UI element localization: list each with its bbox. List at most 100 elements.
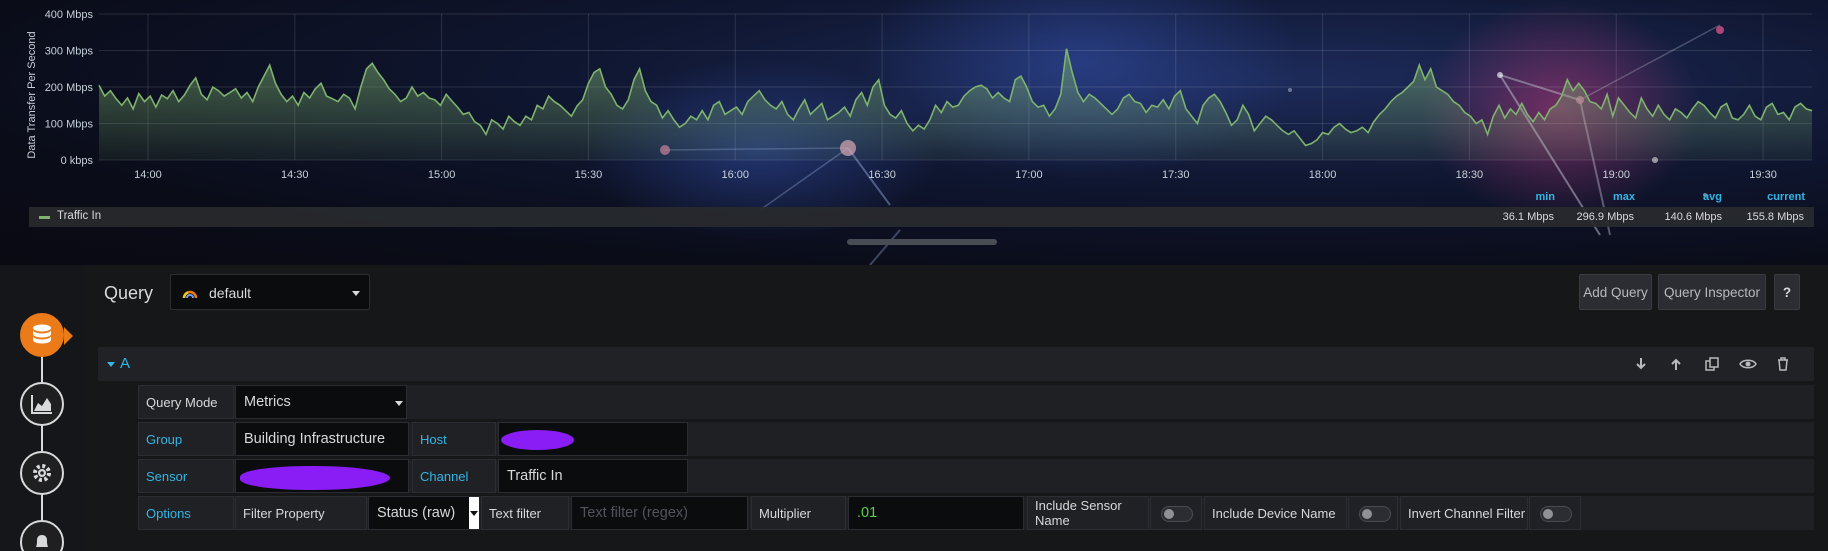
eye-icon[interactable] xyxy=(1739,355,1757,373)
legend-value-min: 36.1 Mbps xyxy=(1502,211,1554,223)
query-ref-id[interactable]: A xyxy=(120,355,130,372)
y-tick-label: 200 Mbps xyxy=(45,82,94,94)
multiplier-label: Multiplier xyxy=(751,496,846,530)
settings-icon xyxy=(33,464,51,482)
options-label: Options xyxy=(138,496,234,530)
datasource-picker[interactable]: default xyxy=(170,274,370,310)
visualization-tab-button[interactable] xyxy=(20,382,64,426)
x-tick-label: 16:30 xyxy=(868,169,896,181)
legend-value-max: 296.9 Mbps xyxy=(1576,211,1634,223)
x-tick-label: 15:00 xyxy=(428,169,456,181)
text-filter-input[interactable]: Text filter (regex) xyxy=(571,496,748,530)
group-field[interactable]: Building Infrastructure xyxy=(235,422,409,456)
query-mode-select[interactable]: Metrics xyxy=(235,385,407,419)
y-tick-label: 0 kbps xyxy=(61,155,94,167)
datasource-name: default xyxy=(209,285,252,301)
toggle-knob xyxy=(1362,509,1372,519)
bell-icon xyxy=(36,535,48,547)
alert-tab-button[interactable] xyxy=(20,520,64,551)
chevron-down-icon xyxy=(352,291,360,296)
x-tick-label: 17:00 xyxy=(1015,169,1043,181)
host-label: Host xyxy=(412,422,496,456)
x-tick-label: 19:30 xyxy=(1749,169,1777,181)
group-host-row: Group Building Infrastructure Host xyxy=(138,422,1814,456)
trash-icon[interactable] xyxy=(1774,355,1792,373)
x-tick-label: 18:30 xyxy=(1456,169,1484,181)
editor-side-rail xyxy=(0,265,84,551)
legend-swatch[interactable] xyxy=(39,216,50,219)
legend-row: Traffic In 36.1 Mbps 296.9 Mbps 140.6 Mb… xyxy=(29,207,1814,227)
legend-header-max[interactable]: max xyxy=(1585,191,1635,203)
chevron-down-icon xyxy=(470,511,478,516)
query-inspector-button[interactable]: Query Inspector xyxy=(1658,274,1766,310)
database-icon xyxy=(33,324,51,344)
datasource-logo-icon xyxy=(182,290,198,299)
legend-header-min[interactable]: min xyxy=(1505,191,1555,203)
duplicate-icon[interactable] xyxy=(1703,355,1721,373)
redacted-host-value xyxy=(501,430,574,450)
sensor-label: Sensor xyxy=(138,459,234,493)
legend-series-name[interactable]: Traffic In xyxy=(57,210,101,222)
x-tick-label: 17:30 xyxy=(1162,169,1190,181)
host-field[interactable] xyxy=(498,422,688,456)
y-tick-label: 100 Mbps xyxy=(45,119,94,131)
query-editor: Query default Add Query Query Inspector … xyxy=(84,265,1828,551)
help-button[interactable]: ? xyxy=(1774,274,1800,310)
x-tick-label: 14:00 xyxy=(134,169,162,181)
include-sensor-name-toggle[interactable] xyxy=(1161,506,1193,522)
query-mode-value: Metrics xyxy=(244,394,291,410)
add-query-button[interactable]: Add Query xyxy=(1579,274,1652,310)
x-tick-label: 19:00 xyxy=(1602,169,1630,181)
redacted-sensor-value xyxy=(240,466,390,490)
query-editor-title: Query xyxy=(104,283,154,303)
panel-resize-handle[interactable] xyxy=(847,239,997,245)
invert-channel-filter-cell xyxy=(1529,496,1581,530)
channel-field[interactable]: Traffic In xyxy=(498,459,688,493)
general-settings-tab-button[interactable] xyxy=(20,451,64,495)
y-axis-label: Data Transfer Per Second xyxy=(26,31,38,158)
y-tick-label: 300 Mbps xyxy=(45,46,94,58)
y-axis-ticks: 0 kbps 100 Mbps 200 Mbps 300 Mbps 400 Mbps xyxy=(45,9,94,167)
sensor-field[interactable] xyxy=(235,459,409,493)
text-filter-label: Text filter xyxy=(481,496,569,530)
include-sensor-name-cell xyxy=(1150,496,1202,530)
query-mode-label: Query Mode xyxy=(138,385,234,419)
select-arrow-box xyxy=(469,497,479,529)
invert-channel-filter-label: Invert Channel Filter xyxy=(1400,496,1528,530)
rail-connector-line xyxy=(41,330,43,551)
arrow-down-icon[interactable] xyxy=(1632,355,1650,373)
include-sensor-name-label: Include Sensor Name xyxy=(1027,496,1149,530)
include-device-name-toggle[interactable] xyxy=(1359,506,1391,522)
options-row: Options Filter Property Status (raw) Tex… xyxy=(138,496,1814,530)
toggle-knob xyxy=(1164,509,1174,519)
legend-value-current: 155.8 Mbps xyxy=(1746,211,1804,223)
x-tick-label: 15:30 xyxy=(575,169,603,181)
query-mode-row: Query Mode Metrics xyxy=(138,385,1814,419)
channel-label: Channel xyxy=(412,459,496,493)
query-form: Query Mode Metrics Group Building Infras… xyxy=(138,385,1814,551)
include-device-name-cell xyxy=(1348,496,1398,530)
legend-header-current[interactable]: current xyxy=(1755,191,1805,203)
queries-tab-button[interactable] xyxy=(20,313,64,357)
filter-property-select[interactable]: Status (raw) xyxy=(368,496,479,530)
multiplier-value: .01 xyxy=(857,505,878,521)
channel-value: Traffic In xyxy=(507,468,563,484)
y-tick-label: 400 Mbps xyxy=(45,9,94,21)
chart-area-icon xyxy=(31,395,52,414)
multiplier-input[interactable]: .01 xyxy=(848,496,1024,530)
toggle-knob xyxy=(1543,509,1553,519)
arrow-up-icon[interactable] xyxy=(1667,355,1685,373)
x-tick-label: 16:00 xyxy=(721,169,749,181)
sensor-channel-row: Sensor Channel Traffic In xyxy=(138,459,1814,493)
x-tick-label: 14:30 xyxy=(281,169,309,181)
text-filter-placeholder: Text filter (regex) xyxy=(580,505,688,521)
invert-channel-filter-toggle[interactable] xyxy=(1540,506,1572,522)
query-row-header[interactable]: A xyxy=(98,347,1814,381)
legend-header-avg[interactable]: avg xyxy=(1672,191,1722,203)
active-tab-arrow xyxy=(64,327,73,345)
graph-panel: 0 kbps 100 Mbps 200 Mbps 300 Mbps 400 Mbps 1… xyxy=(0,0,1828,265)
legend-value-avg: 140.6 Mbps xyxy=(1664,211,1722,223)
chevron-down-icon xyxy=(395,401,403,406)
collapse-caret-icon[interactable] xyxy=(107,362,115,367)
filter-property-label: Filter Property xyxy=(235,496,367,530)
